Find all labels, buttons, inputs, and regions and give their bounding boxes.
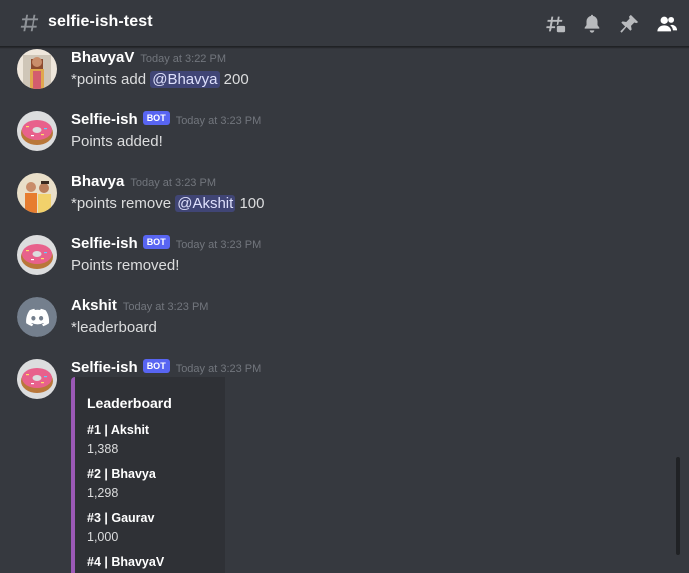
timestamp: Today at 3:23 PM <box>130 177 216 189</box>
embed-field-value: 1,388 <box>87 442 119 456</box>
donut-icon <box>17 235 57 275</box>
discord-logo-icon <box>17 297 57 337</box>
bot-tag: BOT <box>142 111 170 125</box>
author-name[interactable]: Selfie-ish <box>71 235 138 252</box>
author-name[interactable]: Selfie-ish <box>71 111 138 128</box>
message-header: Bhavya Today at 3:23 PM <box>71 173 216 191</box>
author-name[interactable]: Selfie-ish <box>71 359 138 376</box>
discord-window: selfie-ish-test BhavyaV Today at 3:22 PM… <box>0 0 689 573</box>
avatar[interactable] <box>17 235 57 275</box>
embed-field-name: #1 | Akshit <box>87 423 150 437</box>
timestamp: Today at 3:23 PM <box>175 363 262 375</box>
message-content: *leaderboard <box>71 319 157 336</box>
message-content: Points removed! <box>71 257 180 274</box>
leaderboard-embed: Leaderboard #1 | Akshit 1,388 #2 | Bhavy… <box>71 377 225 573</box>
message-list: BhavyaV Today at 3:22 PM *points add @Bha… <box>0 47 680 573</box>
message-text: *points add <box>71 71 151 88</box>
timestamp: Today at 3:23 PM <box>175 115 262 127</box>
members-icon[interactable] <box>656 13 678 35</box>
avatar[interactable] <box>17 111 57 151</box>
message-text: 100 <box>235 195 265 212</box>
channel-header: selfie-ish-test <box>0 0 689 47</box>
timestamp: Today at 3:23 PM <box>122 301 209 313</box>
hashtag-icon <box>20 14 39 32</box>
author-name[interactable]: Bhavya <box>71 173 124 190</box>
user-mention[interactable]: @Bhavya <box>150 71 220 88</box>
message-content: *points add @Bhavya 200 <box>71 71 249 88</box>
avatar[interactable] <box>17 359 57 399</box>
timestamp: Today at 3:23 PM <box>175 239 262 251</box>
threads-icon[interactable] <box>544 13 566 35</box>
message-text: *points remove <box>71 195 176 212</box>
pin-icon[interactable] <box>618 13 640 35</box>
embed-title: Leaderboard <box>87 395 172 411</box>
embed-field-value: 1,298 <box>87 486 119 500</box>
embed-field-name: #4 | BhavyaV <box>87 555 165 569</box>
message-header: Selfie-ish BOT Today at 3:23 PM <box>71 111 261 129</box>
author-name[interactable]: Akshit <box>71 297 117 314</box>
message-header: Selfie-ish BOT Today at 3:23 PM <box>71 235 261 253</box>
message-text: 200 <box>219 71 249 88</box>
bot-tag: BOT <box>142 235 170 249</box>
message-content: Points added! <box>71 133 163 150</box>
channel-name: selfie-ish-test <box>48 13 153 30</box>
author-name[interactable]: BhavyaV <box>71 49 134 66</box>
scrollbar-thumb[interactable] <box>676 457 680 555</box>
avatar[interactable] <box>17 173 57 213</box>
message-header: BhavyaV Today at 3:22 PM <box>71 49 226 67</box>
embed-field-name: #2 | Bhavya <box>87 467 156 481</box>
bot-tag: BOT <box>142 359 170 373</box>
timestamp: Today at 3:22 PM <box>140 53 226 65</box>
avatar[interactable] <box>17 49 57 89</box>
message-header: Akshit Today at 3:23 PM <box>71 297 208 315</box>
donut-icon <box>17 359 57 399</box>
embed-field-value: 1,000 <box>87 530 119 544</box>
message-content: *points remove @Akshit 100 <box>71 195 265 212</box>
embed-field-name: #3 | Gaurav <box>87 511 155 525</box>
user-mention[interactable]: @Akshit <box>175 195 236 212</box>
donut-icon <box>17 111 57 151</box>
message-header: Selfie-ish BOT Today at 3:23 PM <box>71 359 261 377</box>
bell-icon[interactable] <box>581 13 603 35</box>
avatar[interactable] <box>17 297 57 337</box>
